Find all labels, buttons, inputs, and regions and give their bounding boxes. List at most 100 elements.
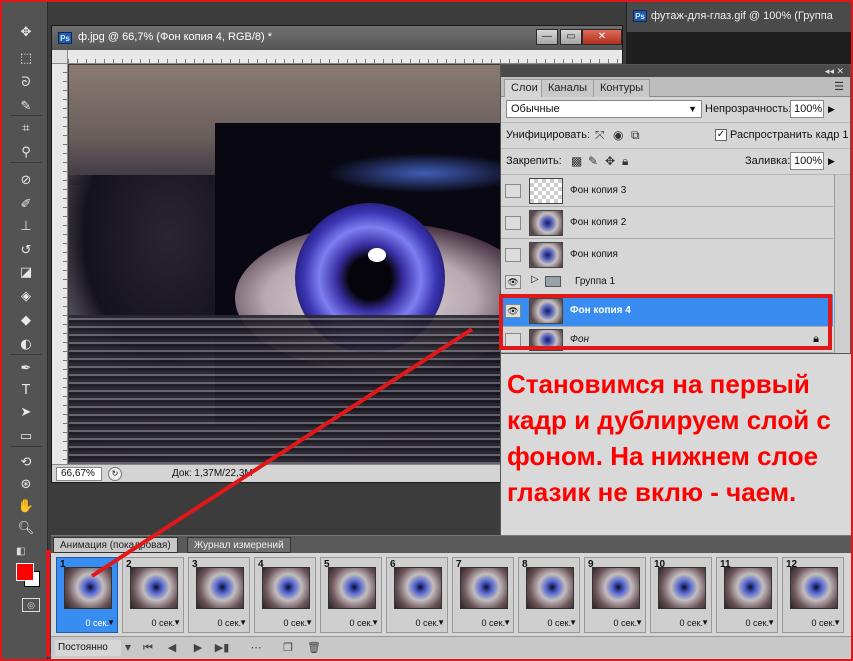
expand-triangle-icon[interactable]: ▷ <box>531 274 539 285</box>
animation-frame[interactable]: 1 0 сек. ▼ <box>56 557 118 633</box>
tab-layers[interactable]: Слои <box>504 79 545 97</box>
layer-group-row[interactable]: 👁︎ ▷ Группа 1 <box>501 269 833 295</box>
tween-icon[interactable]: ⋯ <box>247 640 265 656</box>
delay-dropdown-icon[interactable]: ▼ <box>239 618 247 627</box>
animation-frame[interactable]: 5 0 сек. ▼ <box>320 557 382 633</box>
delay-dropdown-icon[interactable]: ▼ <box>635 618 643 627</box>
animation-frame[interactable]: 2 0 сек. ▼ <box>122 557 184 633</box>
layer-visibility-toggle[interactable] <box>505 333 521 347</box>
play-icon[interactable]: ▶ <box>189 640 207 656</box>
previous-frame-icon[interactable]: ◀ <box>163 640 181 656</box>
horizontal-ruler[interactable] <box>68 50 622 64</box>
path-selection-tool-icon[interactable]: ➤ <box>16 404 36 422</box>
brush-tool-icon[interactable]: ✐ <box>16 196 36 214</box>
close-button[interactable]: ✕ <box>582 29 622 45</box>
history-brush-tool-icon[interactable]: ↺ <box>16 242 36 260</box>
blur-tool-icon[interactable]: ◆ <box>16 312 36 330</box>
animation-frame[interactable]: 10 0 сек. ▼ <box>650 557 712 633</box>
shape-tool-icon[interactable]: ▭ <box>16 428 36 446</box>
dodge-tool-icon[interactable]: ◐ <box>16 336 36 354</box>
foreground-color-swatch[interactable] <box>16 563 34 581</box>
hand-tool-icon[interactable]: ✋ <box>16 498 36 516</box>
animation-frame[interactable]: 4 0 сек. ▼ <box>254 557 316 633</box>
tab-animation[interactable]: Анимация (покадровая) <box>53 537 178 553</box>
vertical-ruler[interactable] <box>52 64 68 464</box>
default-colors-icon[interactable]: ◧ <box>16 547 28 557</box>
next-frame-icon[interactable]: ▶▮ <box>213 640 231 656</box>
delay-dropdown-icon[interactable]: ▼ <box>107 618 115 627</box>
animation-frame[interactable]: 9 0 сек. ▼ <box>584 557 646 633</box>
delay-dropdown-icon[interactable]: ▼ <box>371 618 379 627</box>
tab-channels[interactable]: Каналы <box>541 79 595 97</box>
duplicate-frame-icon[interactable]: ❐ <box>279 640 297 656</box>
blend-mode-select[interactable]: Обычные ▼ <box>506 100 702 118</box>
delay-dropdown-icon[interactable]: ▼ <box>437 618 445 627</box>
opacity-field[interactable]: 100% <box>790 100 824 118</box>
delay-dropdown-icon[interactable]: ▼ <box>569 618 577 627</box>
fill-arrow-icon[interactable]: ▶ <box>828 156 835 167</box>
lock-all-icon[interactable]: 🔒︎ <box>622 154 628 169</box>
unify-visibility-icon[interactable]: ◉ <box>613 128 623 142</box>
zoom-tool-icon[interactable]: 🔍︎ <box>16 520 36 538</box>
lasso-tool-icon[interactable]: ᘐ <box>16 74 36 92</box>
quick-select-tool-icon[interactable]: ✎ <box>16 98 36 116</box>
layer-visibility-toggle[interactable] <box>505 216 521 230</box>
status-info-icon[interactable]: ↻ <box>108 467 122 481</box>
animation-frame[interactable]: 7 0 сек. ▼ <box>452 557 514 633</box>
lock-transparency-icon[interactable]: ▩ <box>571 154 582 168</box>
pen-tool-icon[interactable]: ✒ <box>16 360 36 378</box>
animation-frame[interactable]: 12 0 сек. ▼ <box>782 557 844 633</box>
clone-stamp-tool-icon[interactable]: ⊥ <box>16 218 36 236</box>
layer-row[interactable]: Фон 🔒︎ <box>501 327 833 353</box>
lock-position-icon[interactable]: ✥ <box>605 154 615 168</box>
delay-dropdown-icon[interactable]: ▼ <box>833 618 841 627</box>
eraser-tool-icon[interactable]: ◪ <box>16 264 36 282</box>
panel-collapse-icon[interactable]: ◂◂ ✕ <box>825 65 844 77</box>
quick-mask-icon[interactable]: ◎ <box>22 598 40 612</box>
document-title-bar[interactable]: Ps ф.jpg @ 66,7% (Фон копия 4, RGB/8) * … <box>52 26 622 50</box>
minimize-button[interactable]: — <box>536 29 558 45</box>
animation-frame[interactable]: 6 0 сек. ▼ <box>386 557 448 633</box>
tab-measurement-log[interactable]: Журнал измерений <box>187 537 291 553</box>
layer-row-selected[interactable]: 👁︎ Фон копия 4 <box>501 295 833 327</box>
type-tool-icon[interactable]: T <box>16 382 36 400</box>
delay-dropdown-icon[interactable]: ▼ <box>701 618 709 627</box>
delay-dropdown-icon[interactable]: ▼ <box>173 618 181 627</box>
eye-icon[interactable]: 👁︎ <box>505 304 521 318</box>
first-frame-icon[interactable]: ⏮ <box>139 640 157 656</box>
zoom-field[interactable]: 66,67% <box>56 467 102 481</box>
3d-rotate-tool-icon[interactable]: ⟲ <box>16 454 36 472</box>
delay-dropdown-icon[interactable]: ▼ <box>503 618 511 627</box>
loop-options-select[interactable]: Постоянно <box>55 640 121 656</box>
propagate-frame-checkbox[interactable]: ✓ <box>715 129 727 141</box>
eye-icon[interactable]: 👁︎ <box>505 275 521 289</box>
3d-orbit-tool-icon[interactable]: ⊛ <box>16 476 36 494</box>
layer-row[interactable]: Фон копия 3 <box>501 175 833 207</box>
layer-row[interactable]: Фон копия 2 <box>501 207 833 239</box>
layer-visibility-toggle[interactable] <box>505 248 521 262</box>
animation-frame[interactable]: 3 0 сек. ▼ <box>188 557 250 633</box>
delay-dropdown-icon[interactable]: ▼ <box>767 618 775 627</box>
fill-field[interactable]: 100% <box>790 152 824 170</box>
delay-dropdown-icon[interactable]: ▼ <box>305 618 313 627</box>
move-tool-icon[interactable]: ✥ <box>16 24 36 42</box>
marquee-tool-icon[interactable]: ⬚ <box>16 50 36 68</box>
animation-frame[interactable]: 11 0 сек. ▼ <box>716 557 778 633</box>
crop-tool-icon[interactable]: ⌗ <box>16 120 36 138</box>
paint-bucket-tool-icon[interactable]: ◈ <box>16 288 36 306</box>
tab-paths[interactable]: Контуры <box>593 79 651 97</box>
unify-position-icon[interactable]: ⤧ <box>595 128 605 143</box>
loop-dropdown-icon[interactable]: ▼ <box>119 640 137 656</box>
layer-row[interactable]: Фон копия <box>501 239 833 271</box>
delete-frame-icon[interactable]: 🗑︎ <box>305 640 323 656</box>
background-document-tab[interactable]: Ps футаж-для-глаз.gif @ 100% (Группа <box>626 2 851 32</box>
panel-menu-icon[interactable]: ☰ <box>834 80 844 93</box>
healing-brush-tool-icon[interactable]: ⊘ <box>16 172 36 190</box>
animation-frame[interactable]: 8 0 сек. ▼ <box>518 557 580 633</box>
opacity-arrow-icon[interactable]: ▶ <box>828 104 835 115</box>
layer-visibility-toggle[interactable] <box>505 184 521 198</box>
maximize-button[interactable]: ▭ <box>560 29 582 45</box>
unify-style-icon[interactable]: ⧉ <box>631 128 640 143</box>
lock-pixels-icon[interactable]: ✎ <box>588 154 598 168</box>
eyedropper-tool-icon[interactable]: ⚲ <box>16 144 36 162</box>
